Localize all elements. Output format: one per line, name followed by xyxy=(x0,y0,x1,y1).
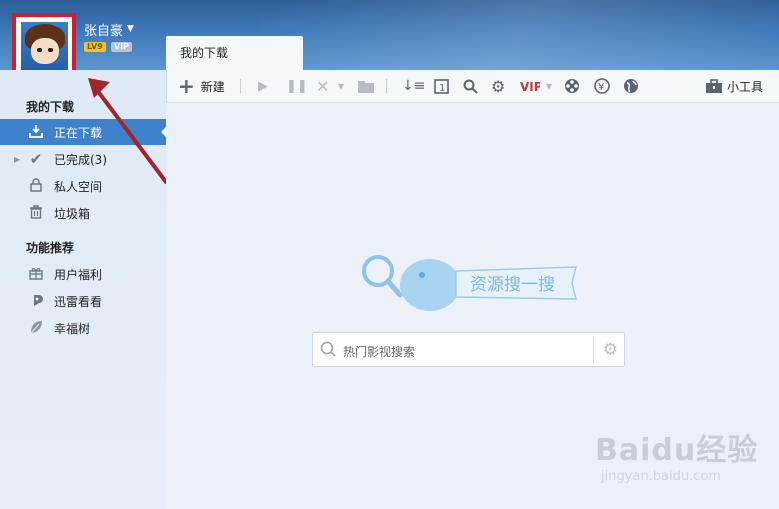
tools-label: 小工具 xyxy=(726,79,763,94)
toolbox-icon xyxy=(705,79,722,93)
sidebar-item-trash[interactable]: 垃圾箱 xyxy=(0,200,166,226)
vip-icon[interactable]: VIP xyxy=(520,76,540,96)
username[interactable]: 张自豪 xyxy=(84,20,123,39)
vip-badge: VIP xyxy=(111,42,133,52)
delete-dropdown-chevron-icon[interactable]: ▼ xyxy=(338,76,344,96)
svg-text:1: 1 xyxy=(439,83,445,94)
expand-arrow-icon[interactable]: ▶ xyxy=(14,155,20,164)
annotation-arrow-icon xyxy=(88,78,168,184)
video-search-box[interactable]: 热门影视搜索 ⚙ xyxy=(312,332,625,367)
vip-dropdown-chevron-icon[interactable]: ▼ xyxy=(546,76,552,96)
coin-icon[interactable]: ¥ xyxy=(594,76,610,96)
watermark-logo-text: Baidu经验 xyxy=(595,433,759,468)
avatar-eye xyxy=(37,48,42,52)
single-task-icon[interactable]: 1 xyxy=(434,76,449,96)
sidebar-item-label: 幸福树 xyxy=(54,321,91,336)
sidebar-item-kankan[interactable]: 迅雷看看 xyxy=(0,288,166,314)
trash-icon xyxy=(28,205,44,221)
kankan-icon xyxy=(28,293,44,309)
sidebar-item-label: 迅雷看看 xyxy=(54,294,103,309)
download-icon xyxy=(28,124,44,140)
sidebar-section-title: 我的下载 xyxy=(26,100,75,114)
level-badge: LV9 xyxy=(84,42,106,52)
gift-icon xyxy=(28,266,44,282)
sidebar-item-label: 用户福利 xyxy=(54,267,103,282)
search-input-placeholder[interactable]: 热门影视搜索 xyxy=(343,343,415,360)
avatar[interactable] xyxy=(21,22,68,71)
header-decoration xyxy=(260,0,779,70)
sort-icon[interactable]: ↓≡ xyxy=(402,76,425,96)
globe-icon[interactable] xyxy=(623,76,639,96)
sidebar-item-label: 垃圾箱 xyxy=(54,206,91,221)
baidu-watermark: Baidu经验 jingyan.baidu.com xyxy=(595,425,759,484)
delete-icon[interactable]: ✕ xyxy=(316,76,329,96)
avatar-face xyxy=(31,38,59,64)
mascot-search-banner: 资源搜一搜 xyxy=(362,255,577,311)
avatar-eye xyxy=(48,48,53,52)
watermark-url: jingyan.baidu.com xyxy=(601,469,721,484)
tab-my-downloads[interactable]: 我的下载 xyxy=(166,36,303,70)
tools-button[interactable]: 小工具 xyxy=(705,76,763,96)
sidebar-section-title: 功能推荐 xyxy=(26,241,75,255)
toolbar: + 新建 ▶ ❚❚ ✕ ▼ ↓≡ 1 ⚙ VIP ▼ ¥ 小工具 xyxy=(166,70,779,103)
film-reel-icon[interactable] xyxy=(564,76,580,96)
leaf-icon xyxy=(28,320,44,336)
toolbar-divider xyxy=(386,79,387,93)
user-menu-caret-icon[interactable]: ▼ xyxy=(127,24,134,34)
search-icon xyxy=(320,341,336,357)
mascot-banner-text: 资源搜一搜 xyxy=(470,275,555,295)
folder-icon[interactable] xyxy=(358,76,374,96)
sidebar-item-user-benefits[interactable]: 用户福利 xyxy=(0,261,166,287)
toolbar-divider xyxy=(240,79,241,93)
svg-text:VIP: VIP xyxy=(520,80,540,94)
tab-label: 我的下载 xyxy=(180,46,229,60)
new-task-button[interactable]: + 新建 xyxy=(178,76,225,96)
svg-text:¥: ¥ xyxy=(598,82,604,93)
lock-icon xyxy=(28,178,44,194)
new-task-label: 新建 xyxy=(200,79,225,94)
settings-gear-icon[interactable]: ⚙ xyxy=(491,76,505,96)
search-divider xyxy=(593,336,594,363)
play-icon[interactable]: ▶ xyxy=(258,76,268,96)
check-icon: ✔ xyxy=(29,150,43,168)
pause-icon[interactable]: ❚❚ xyxy=(286,76,308,96)
search-icon[interactable] xyxy=(463,76,478,96)
search-settings-gear-icon[interactable]: ⚙ xyxy=(603,340,618,360)
plus-icon: + xyxy=(178,74,195,98)
sidebar-item-happy-tree[interactable]: 幸福树 xyxy=(0,315,166,341)
